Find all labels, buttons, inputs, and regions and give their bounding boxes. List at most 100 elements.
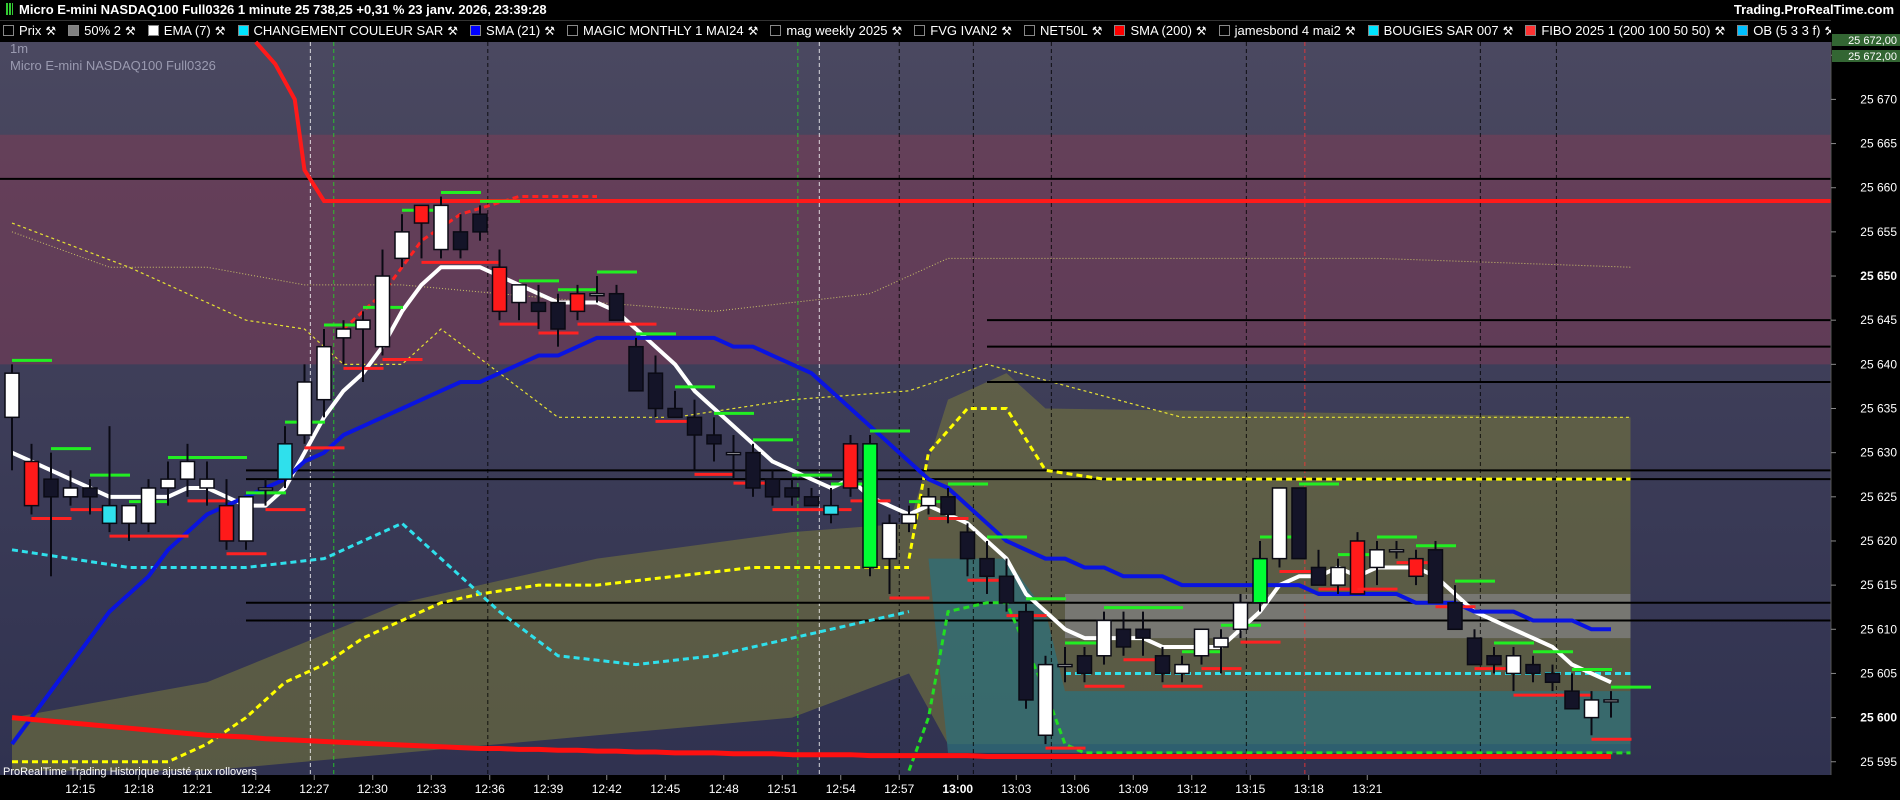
candle-body bbox=[199, 478, 215, 489]
time-tick-label: 12:24 bbox=[241, 782, 271, 796]
time-tick-label: 12:18 bbox=[124, 782, 154, 796]
candle-body bbox=[1525, 663, 1541, 675]
price-tick-label: 25 615 bbox=[1860, 578, 1897, 592]
candle-body bbox=[920, 496, 937, 507]
time-tick-label: 12:21 bbox=[182, 782, 212, 796]
time-tick-label: 12:36 bbox=[475, 782, 505, 796]
candle-body bbox=[238, 496, 254, 542]
candle-body bbox=[374, 275, 391, 348]
candle-body bbox=[589, 292, 605, 297]
time-tick-label: 12:57 bbox=[884, 782, 914, 796]
candle-body bbox=[1291, 487, 1307, 560]
candle-body bbox=[140, 487, 157, 525]
candle-body bbox=[1115, 628, 1132, 648]
candle-body bbox=[901, 513, 917, 525]
price-badge-2-text: 25 672,00 bbox=[1848, 51, 1897, 63]
time-tick-label: 13:00 bbox=[942, 782, 973, 796]
time-tick-label: 12:30 bbox=[358, 782, 388, 796]
candle-body bbox=[1232, 602, 1249, 631]
candle-body bbox=[277, 443, 293, 480]
time-tick-label: 13:09 bbox=[1118, 782, 1148, 796]
candle-body bbox=[257, 487, 274, 491]
price-tick-label: 25 595 bbox=[1860, 755, 1897, 769]
candle-body bbox=[1505, 655, 1522, 675]
candle-body bbox=[1447, 602, 1463, 631]
candle-body bbox=[1271, 487, 1288, 560]
price-tick-label: 25 625 bbox=[1860, 490, 1897, 504]
price-tick-label: 25 655 bbox=[1860, 225, 1897, 239]
candle-body bbox=[608, 292, 625, 321]
time-tick-label: 13:18 bbox=[1294, 782, 1324, 796]
candle-body bbox=[43, 478, 59, 498]
candle-body bbox=[82, 487, 98, 498]
price-tick-label: 25 610 bbox=[1860, 622, 1897, 636]
candle-body bbox=[530, 301, 547, 313]
candle-body bbox=[803, 496, 820, 507]
candle-body bbox=[218, 504, 235, 542]
candle-body bbox=[1349, 540, 1366, 595]
candle-body bbox=[413, 204, 430, 224]
price-tick-label: 25 605 bbox=[1860, 666, 1897, 680]
time-tick-label: 12:27 bbox=[299, 782, 329, 796]
candle-body bbox=[1427, 549, 1444, 604]
price-tick-label: 25 620 bbox=[1860, 534, 1897, 548]
time-tick-label: 12:51 bbox=[767, 782, 797, 796]
candle-body bbox=[23, 460, 40, 507]
price-badge-1-text: 25 672,00 bbox=[1848, 35, 1897, 47]
candle-body bbox=[569, 292, 586, 313]
time-axis-panel bbox=[0, 775, 1831, 800]
candle-body bbox=[1388, 549, 1405, 553]
time-tick-label: 13:12 bbox=[1177, 782, 1207, 796]
candle-body bbox=[101, 504, 118, 525]
price-tick-label: 25 600 bbox=[1860, 711, 1897, 725]
time-tick-label: 13:03 bbox=[1001, 782, 1031, 796]
candle-body bbox=[1466, 637, 1483, 666]
candle-body bbox=[667, 407, 683, 419]
candle-body bbox=[764, 478, 781, 498]
candle-body bbox=[433, 204, 449, 251]
candle-body bbox=[959, 531, 976, 560]
candle-body bbox=[784, 487, 800, 498]
price-tick-label: 25 645 bbox=[1860, 313, 1897, 327]
candle-body bbox=[1018, 610, 1034, 701]
price-tick-label: 25 660 bbox=[1860, 181, 1897, 195]
price-tick-label: 25 635 bbox=[1860, 402, 1897, 416]
candle-body bbox=[296, 381, 313, 436]
candle-body bbox=[842, 443, 859, 489]
price-tick-label: 25 665 bbox=[1860, 137, 1897, 151]
candle-body bbox=[511, 284, 527, 304]
candle-body bbox=[628, 345, 644, 392]
candle-body bbox=[979, 557, 995, 578]
timeframe-label: 1m bbox=[10, 41, 28, 56]
time-tick-label: 12:54 bbox=[826, 782, 856, 796]
candle-body bbox=[1096, 619, 1112, 657]
price-chart[interactable]: 25 595 25 600 25 605 25 610 25 615 25 620 25 6… bbox=[0, 0, 1900, 800]
candle-body bbox=[121, 504, 137, 525]
time-tick-label: 12:39 bbox=[533, 782, 563, 796]
candle-body bbox=[1369, 549, 1385, 569]
candle-body bbox=[491, 266, 508, 313]
candle-body bbox=[1486, 655, 1502, 666]
candle-body bbox=[550, 301, 566, 330]
candle-body bbox=[823, 504, 839, 516]
candle-body bbox=[472, 213, 488, 233]
candle-body bbox=[179, 460, 196, 480]
candle-body bbox=[1037, 663, 1054, 737]
candle-body bbox=[998, 575, 1015, 604]
time-tick-label: 12:33 bbox=[416, 782, 446, 796]
candle-body bbox=[1310, 566, 1327, 586]
time-tick-label: 13:15 bbox=[1235, 782, 1265, 796]
candle-body bbox=[1603, 699, 1619, 703]
candle-body bbox=[1213, 637, 1229, 648]
candle-body bbox=[745, 451, 761, 489]
candle-body bbox=[1057, 663, 1073, 668]
candle-body bbox=[1252, 557, 1268, 604]
candle-body bbox=[1544, 672, 1561, 684]
price-tick-label: 25 650 bbox=[1860, 269, 1897, 283]
price-tick-label: 25 630 bbox=[1860, 446, 1897, 460]
time-tick-label: 13:06 bbox=[1060, 782, 1090, 796]
candle-body bbox=[335, 328, 352, 339]
candle-body bbox=[394, 231, 410, 260]
candle-body bbox=[1174, 663, 1190, 675]
candle-body bbox=[706, 434, 722, 445]
